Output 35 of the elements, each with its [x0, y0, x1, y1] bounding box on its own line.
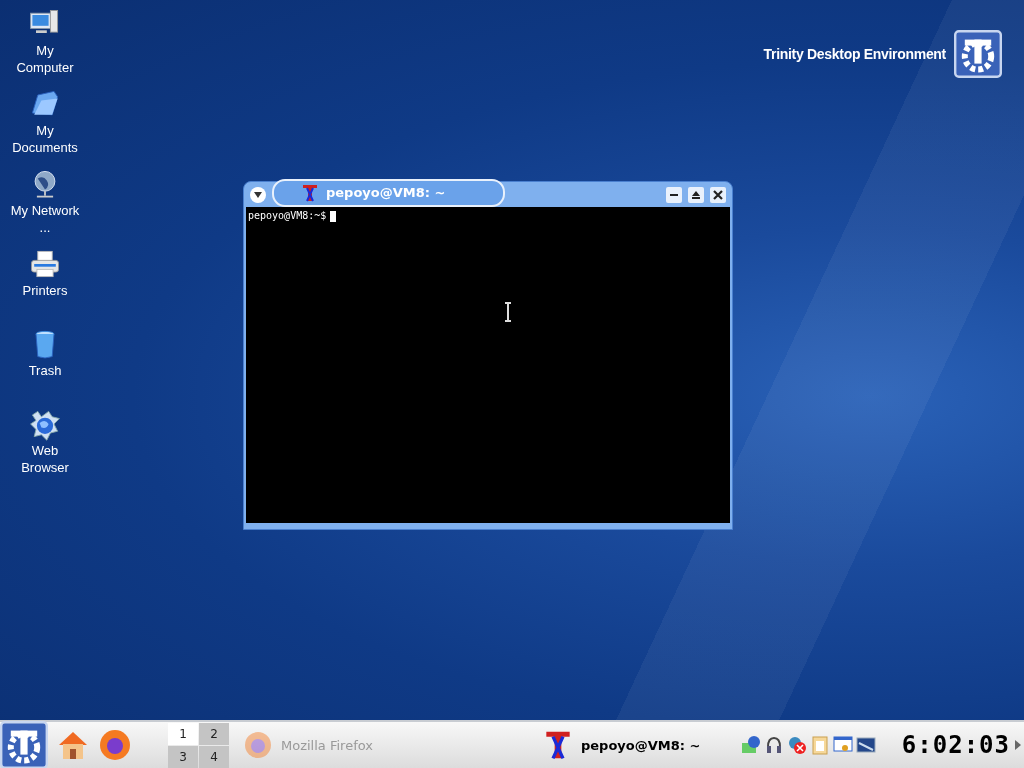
window-user-icon[interactable]	[832, 735, 853, 755]
desktop-pager-button[interactable]: 2	[199, 722, 229, 745]
desktop-icon-label[interactable]: Trash	[10, 362, 80, 379]
desktop-icon-label[interactable]: My Computer	[10, 42, 80, 76]
update-icon[interactable]	[740, 735, 761, 755]
window-menu-button[interactable]	[250, 186, 266, 203]
taskbar-task-button[interactable]: pepoyo@VM8: ~	[532, 723, 711, 767]
close-button[interactable]	[710, 186, 726, 203]
caret-icon	[253, 190, 263, 199]
minimize-button[interactable]	[666, 186, 682, 203]
clipboard-icon[interactable]	[809, 735, 830, 755]
desktop-icon-label[interactable]: Printers	[10, 282, 80, 299]
desktop-icon-label[interactable]: My Documents	[10, 122, 80, 156]
desktop-pager-button[interactable]: 3	[168, 745, 198, 768]
terminal-area[interactable]: pepoyo@VM8:~$	[246, 207, 730, 523]
minimize-icon	[670, 193, 678, 196]
maximize-button[interactable]	[688, 186, 704, 203]
desktop-icon-label[interactable]: Web Browser	[10, 442, 80, 476]
text-cursor	[330, 210, 337, 222]
expand-arrow-icon[interactable]	[1014, 739, 1022, 751]
desktop-icon-label[interactable]: My Network ...	[10, 202, 80, 236]
clock[interactable]: 6:02:03	[901, 731, 1010, 759]
close-icon	[713, 189, 723, 200]
display-icon[interactable]	[855, 735, 876, 755]
firefox-icon[interactable]	[98, 728, 132, 762]
firefox-icon	[243, 730, 273, 760]
desktop-pager-button[interactable]: 1	[168, 722, 198, 745]
shell-prompt: pepoyo@VM8:~$	[248, 210, 327, 221]
maximize-icon	[691, 189, 701, 200]
terminal-t-icon	[302, 183, 318, 202]
window-title: pepoyo@VM8: ~	[326, 185, 446, 200]
i-beam-cursor-icon	[503, 302, 513, 322]
network-error-icon[interactable]	[786, 735, 807, 755]
brand-text: Trinity Desktop Environment	[763, 46, 946, 62]
desktop-pager-button[interactable]: 4	[199, 745, 229, 768]
